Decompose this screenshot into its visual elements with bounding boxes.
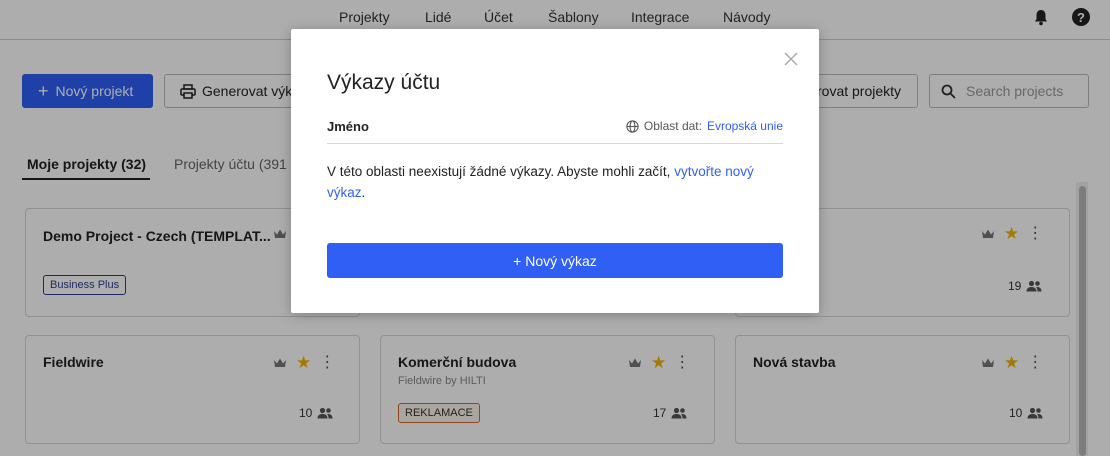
empty-state-text: V této oblasti neexistují žádné výkazy. … [327,161,783,203]
data-region: Oblast dat: Evropská unie [626,119,783,133]
region-label: Oblast dat: [643,119,702,133]
new-report-button[interactable]: + Nový výkaz [327,243,783,278]
empty-state-message: V této oblasti neexistují žádné výkazy. … [327,164,671,179]
globe-icon [626,119,639,133]
empty-state-end: . [361,185,366,200]
divider [327,143,783,144]
modal-title: Výkazy účtu [327,71,441,94]
account-reports-modal: Výkazy účtu Jméno Oblast dat: Evropská u… [291,29,819,313]
region-link[interactable]: Evropská unie [707,119,783,133]
name-column-header[interactable]: Jméno [327,119,369,134]
close-icon[interactable] [783,51,799,67]
